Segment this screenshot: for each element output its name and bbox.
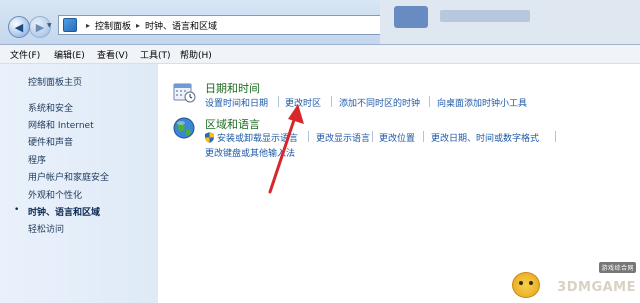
menu-tools[interactable]: 工具(T) bbox=[140, 48, 171, 61]
sidebar-item-appearance[interactable]: 外观和个性化 bbox=[28, 188, 82, 201]
back-arrow-icon: ◀ bbox=[14, 20, 24, 34]
link-divider bbox=[331, 96, 332, 107]
category-title-region-language[interactable]: 区域和语言 bbox=[205, 116, 260, 132]
watermark-logo: 3DMGAME 游戏综合网 bbox=[557, 262, 636, 295]
link-add-clocks[interactable]: 添加不同时区的时钟 bbox=[339, 96, 420, 109]
link-divider bbox=[423, 131, 424, 142]
back-button[interactable]: ◀ bbox=[8, 16, 30, 38]
menu-view[interactable]: 查看(V) bbox=[97, 48, 128, 61]
control-panel-icon bbox=[63, 18, 77, 32]
sidebar-item-user-accounts[interactable]: 用户帐户和家庭安全 bbox=[28, 170, 109, 183]
link-divider bbox=[555, 131, 556, 142]
link-add-clock-gadget[interactable]: 向桌面添加时钟小工具 bbox=[437, 96, 527, 109]
annotation-arrow-icon bbox=[268, 104, 304, 194]
background-window-bar bbox=[440, 10, 530, 22]
watermark-text: 3DMGAME bbox=[557, 280, 636, 295]
sidebar-item-ease-of-access[interactable]: 轻松访问 bbox=[28, 222, 64, 235]
breadcrumb-control-panel[interactable]: 控制面板 bbox=[95, 19, 131, 32]
watermark-tag: 游戏综合网 bbox=[599, 262, 636, 273]
sidebar-item-hardware-sound[interactable]: 硬件和声音 bbox=[28, 135, 73, 148]
calendar-clock-icon[interactable] bbox=[172, 80, 196, 104]
window-header: ◀ ▶ ▼ ▸ 控制面板 ▸ 时钟、语言和区域 bbox=[0, 0, 640, 45]
menu-help[interactable]: 帮助(H) bbox=[180, 48, 212, 61]
sidebar-item-programs[interactable]: 程序 bbox=[28, 153, 46, 166]
link-divider bbox=[372, 131, 373, 142]
forward-arrow-icon: ▶ bbox=[35, 20, 45, 34]
active-bullet-icon: • bbox=[14, 205, 20, 215]
sidebar-item-system-security[interactable]: 系统和安全 bbox=[28, 101, 73, 114]
uac-shield-icon bbox=[205, 132, 214, 143]
menu-file[interactable]: 文件(F) bbox=[10, 48, 40, 61]
background-window bbox=[380, 0, 640, 44]
recent-pages-dropdown-icon[interactable]: ▼ bbox=[47, 22, 52, 29]
link-change-location[interactable]: 更改位置 bbox=[379, 131, 415, 144]
background-window-thumbnail bbox=[394, 6, 428, 28]
link-change-date-time-number-format[interactable]: 更改日期、时间或数字格式 bbox=[431, 131, 539, 144]
link-set-time-date[interactable]: 设置时间和日期 bbox=[205, 96, 268, 109]
menu-edit[interactable]: 编辑(E) bbox=[54, 48, 85, 61]
address-bar[interactable]: ▸ 控制面板 ▸ 时钟、语言和区域 bbox=[58, 15, 381, 35]
sidebar-item-home[interactable]: 控制面板主页 bbox=[28, 75, 82, 88]
menu-bar: 文件(F) 编辑(E) 查看(V) 工具(T) 帮助(H) bbox=[0, 45, 640, 64]
breadcrumb-clock-language-region[interactable]: 时钟、语言和区域 bbox=[145, 19, 217, 32]
main-content: 日期和时间 设置时间和日期 更改时区 添加不同时区的时钟 向桌面添加时钟小工具 … bbox=[158, 64, 640, 303]
breadcrumb-separator-icon: ▸ bbox=[86, 20, 91, 30]
category-title-date-time[interactable]: 日期和时间 bbox=[205, 80, 260, 96]
sidebar-item-network[interactable]: 网络和 Internet bbox=[28, 118, 94, 131]
globe-icon[interactable] bbox=[172, 116, 196, 140]
link-change-display-language[interactable]: 更改显示语言 bbox=[316, 131, 370, 144]
sidebar-item-clock-language-region[interactable]: 时钟、语言和区域 bbox=[28, 205, 100, 218]
watermark-mascot-icon bbox=[512, 272, 540, 298]
link-divider bbox=[429, 96, 430, 107]
sidebar: 控制面板主页 系统和安全 网络和 Internet 硬件和声音 程序 用户帐户和… bbox=[0, 64, 158, 303]
breadcrumb-separator-icon: ▸ bbox=[136, 20, 141, 30]
